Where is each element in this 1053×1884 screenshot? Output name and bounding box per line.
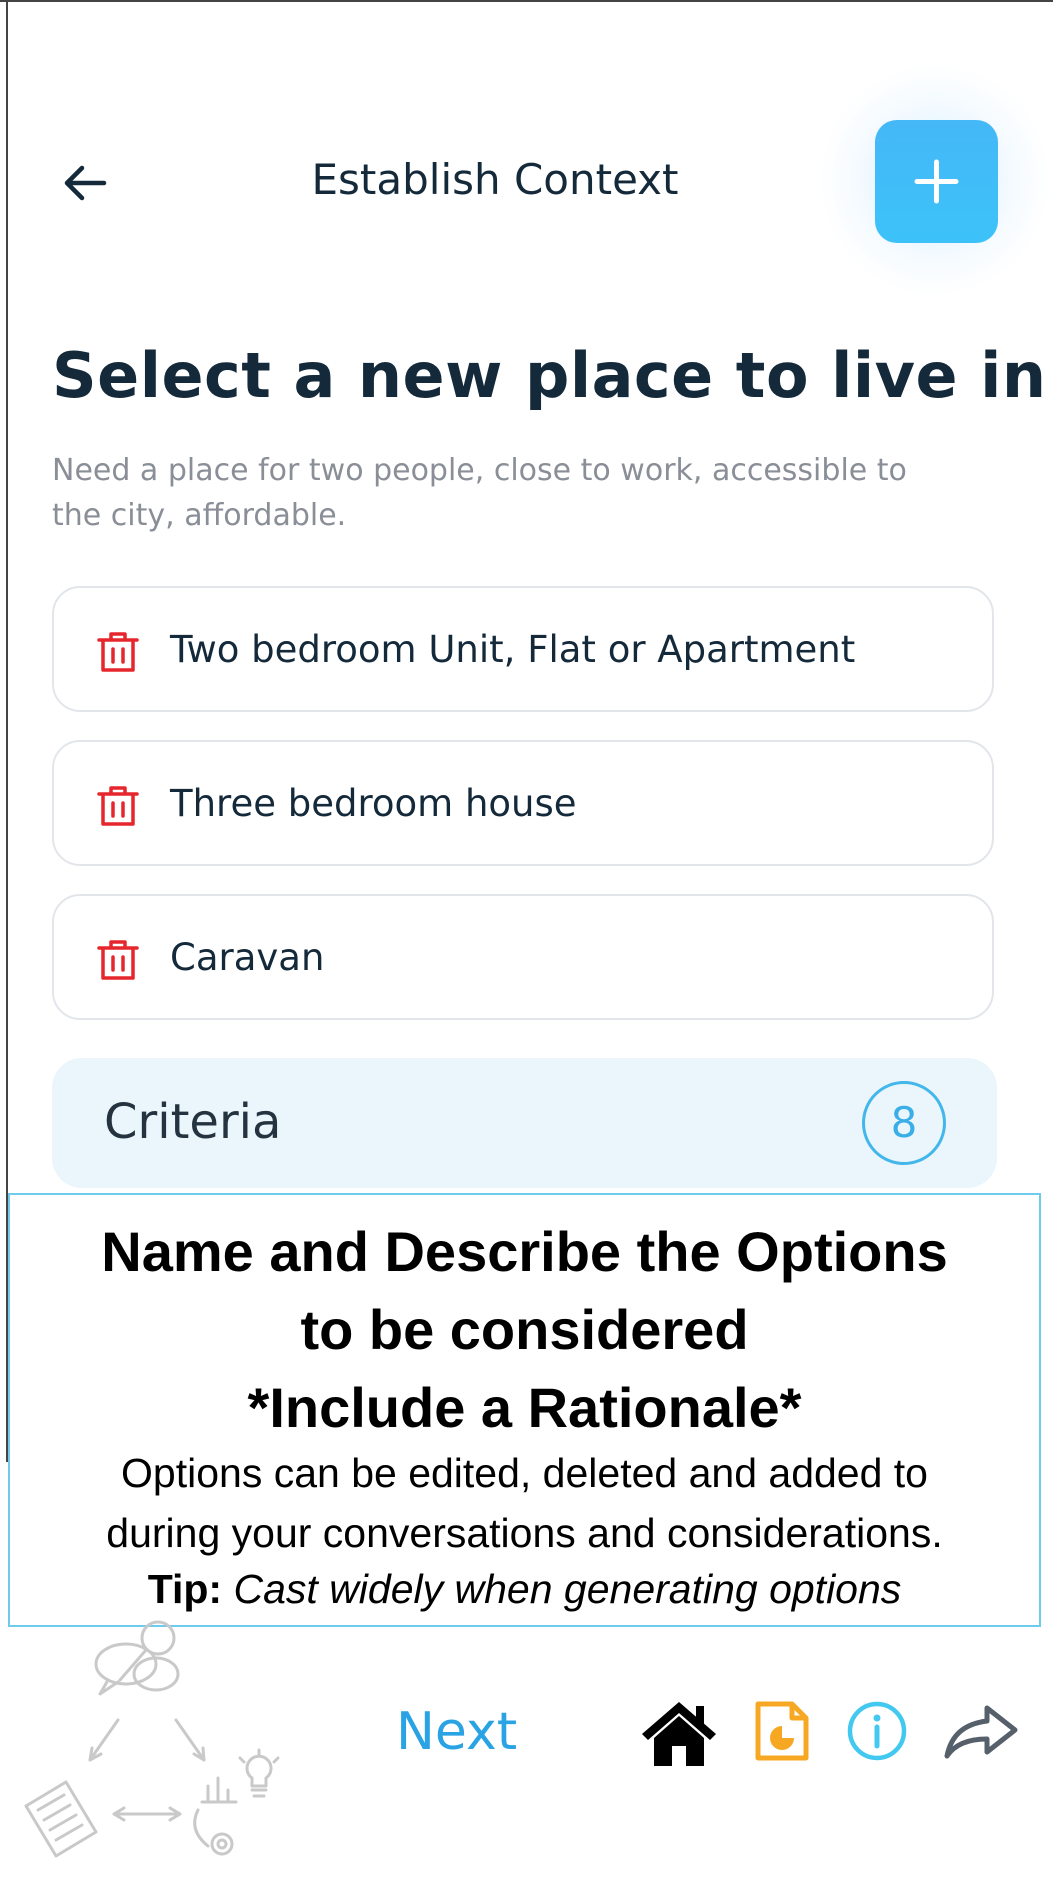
help-title: Name and Describe the Options to be cons… xyxy=(10,1213,1039,1447)
help-title-line: *Include a Rationale* xyxy=(247,1376,802,1439)
help-text-line: during your conversations and considerat… xyxy=(106,1510,943,1556)
criteria-label: Criteria xyxy=(104,1094,282,1150)
help-overlay: Name and Describe the Options to be cons… xyxy=(8,1193,1041,1627)
help-text: Options can be edited, deleted and added… xyxy=(10,1443,1039,1563)
trash-icon[interactable] xyxy=(96,784,140,828)
option-label: Three bedroom house xyxy=(170,782,577,825)
help-text-line: Options can be edited, deleted and added… xyxy=(121,1450,928,1496)
tip-label: Tip: xyxy=(147,1566,223,1612)
help-title-line: Name and Describe the Options xyxy=(101,1220,948,1283)
option-item[interactable]: Two bedroom Unit, Flat or Apartment xyxy=(52,586,994,712)
trash-icon[interactable] xyxy=(96,938,140,982)
add-option-button[interactable] xyxy=(875,120,998,243)
option-item[interactable]: Caravan xyxy=(52,894,994,1020)
next-button[interactable]: Next xyxy=(396,1700,517,1764)
help-tip: Tip: Cast widely when generating options xyxy=(10,1563,1039,1615)
document-icon[interactable] xyxy=(752,1700,812,1762)
criteria-section[interactable]: Criteria 8 xyxy=(52,1058,997,1188)
option-label: Caravan xyxy=(170,936,325,979)
option-item[interactable]: Three bedroom house xyxy=(52,740,994,866)
context-description: Need a place for two people, close to wo… xyxy=(52,453,907,533)
option-label: Two bedroom Unit, Flat or Apartment xyxy=(170,628,856,671)
page-title: Select a new place to live in xyxy=(52,339,1047,412)
share-arrow-icon[interactable] xyxy=(943,1704,1019,1760)
header-title: Establish Context xyxy=(311,155,679,204)
trash-icon[interactable] xyxy=(96,630,140,674)
home-icon[interactable] xyxy=(640,1698,718,1768)
back-button[interactable] xyxy=(60,158,110,208)
info-icon[interactable] xyxy=(846,1700,908,1762)
criteria-count-badge: 8 xyxy=(862,1081,946,1165)
help-title-line: to be considered xyxy=(300,1298,749,1361)
window-frame-top xyxy=(0,0,1053,2)
plus-icon xyxy=(914,159,959,204)
tip-text: Cast widely when generating options xyxy=(233,1566,902,1612)
back-arrow-icon xyxy=(64,165,107,201)
process-illustration-icon xyxy=(24,1620,280,1858)
